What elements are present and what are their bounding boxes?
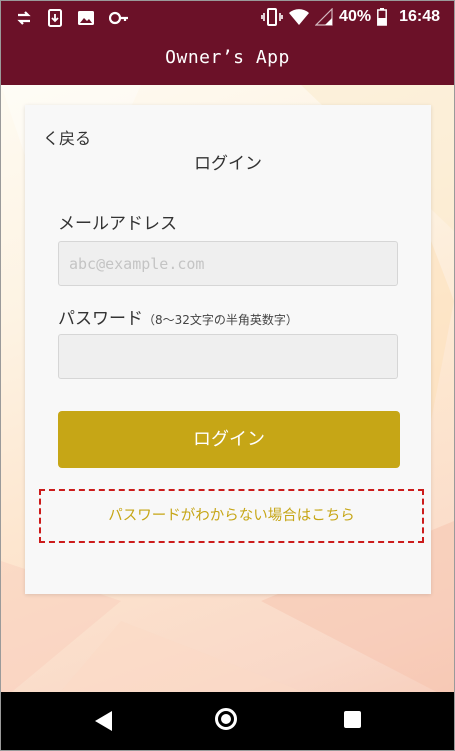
email-label: メールアドレス [58,214,177,234]
navigation-bar [1,692,454,750]
nav-recent-apps-icon[interactable] [344,711,361,728]
key-icon [109,11,128,25]
data-sync-icon [17,11,31,25]
nav-home-icon[interactable] [215,708,237,730]
back-link[interactable]: く戻る [43,125,91,149]
app-screen: 40% 16:48 Owner’s App く戻る ログイン メールアドレス パ… [0,0,455,751]
status-bar: 40% 16:48 [1,1,454,35]
image-icon [78,11,94,25]
password-label: パスワード（8〜32文字の半角英数字） [58,304,298,329]
password-hint: （8〜32文字の半角英数字） [143,313,298,327]
vibrate-icon [261,8,283,26]
battery-percent: 40% [339,8,372,25]
app-download-icon [48,9,62,27]
password-label-text: パスワード [58,309,143,329]
battery-icon [377,8,388,26]
nav-back-icon[interactable] [95,711,112,731]
password-field[interactable] [58,334,398,379]
app-title: Owner’s App [1,35,454,85]
status-time: 16:48 [399,8,440,25]
wifi-icon [289,9,310,25]
page-title: ログイン [194,154,262,174]
login-button[interactable]: ログイン [58,411,400,468]
forgot-password-link[interactable]: パスワードがわからない場合はこちら [39,489,424,543]
email-field[interactable] [58,241,398,286]
signal-icon [315,8,333,26]
